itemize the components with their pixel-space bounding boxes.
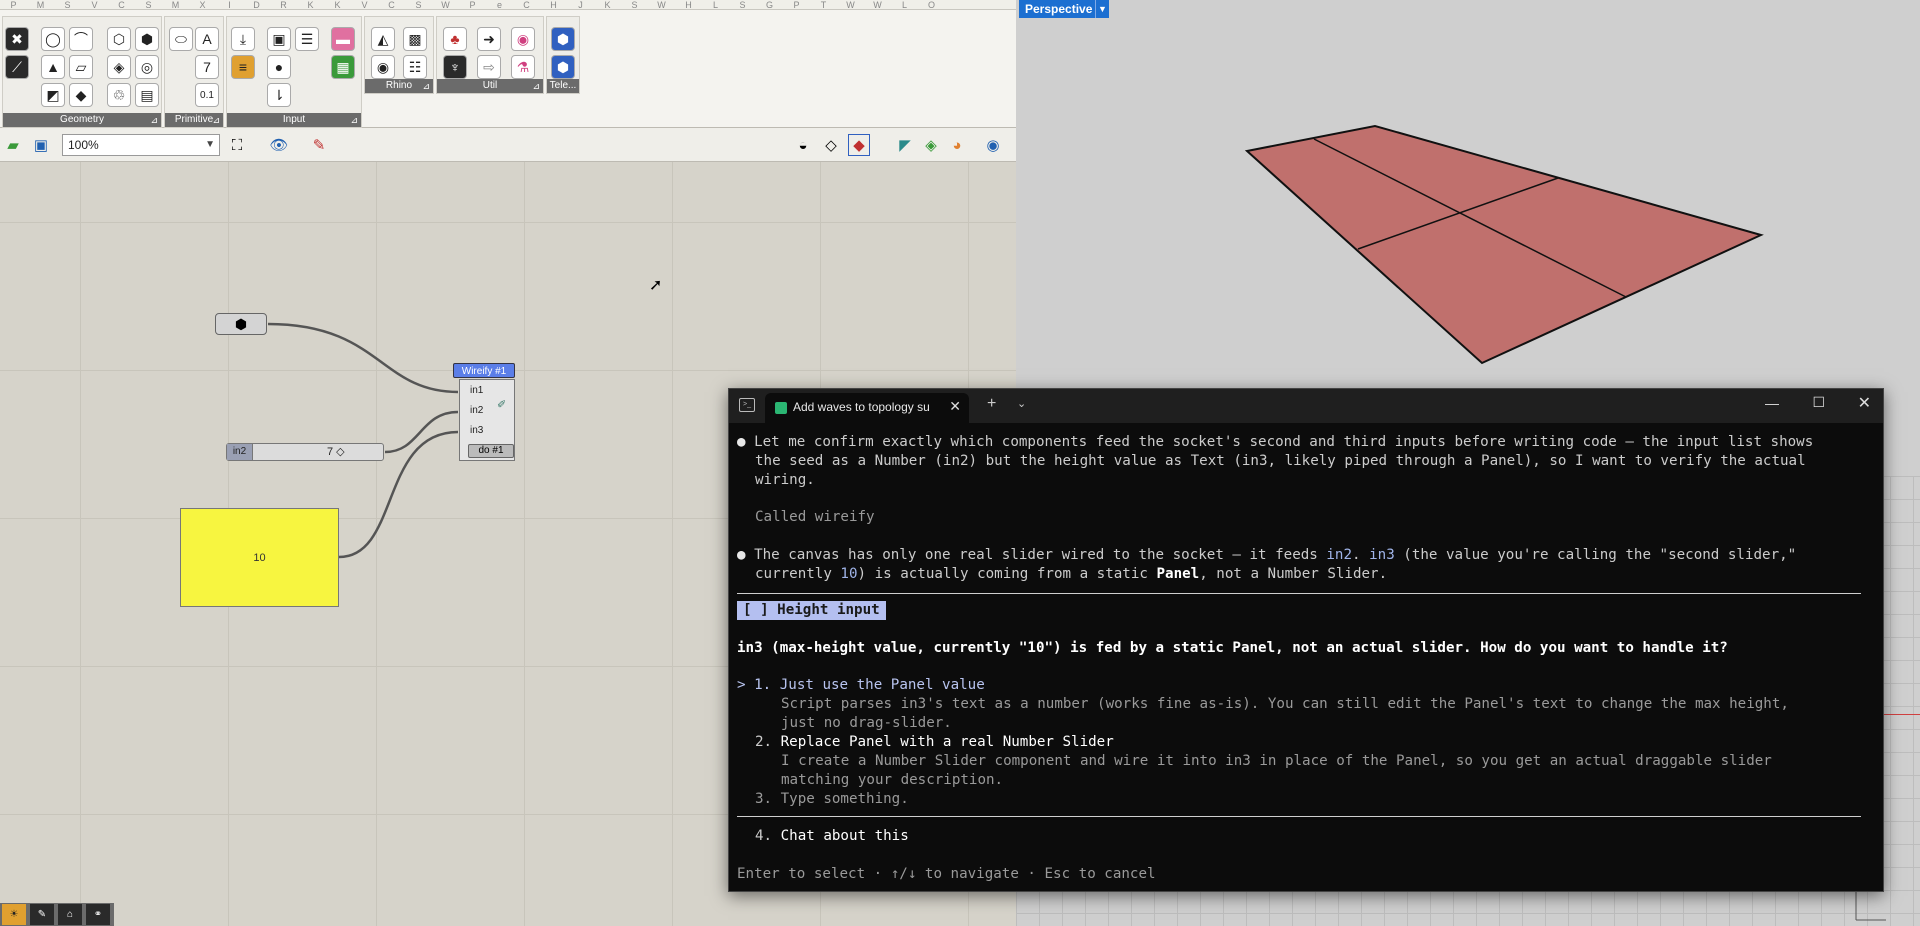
chevron-down-icon[interactable]: ⌄: [1017, 397, 1026, 410]
message-line: ● The canvas has only one real slider wi…: [737, 547, 1797, 563]
geometry-param-node[interactable]: ⬢: [215, 313, 267, 335]
port-in2[interactable]: in2: [470, 405, 483, 416]
wire-in1: [267, 322, 459, 394]
mouse-cursor-icon: ➚: [649, 277, 663, 294]
divider: [737, 593, 1861, 594]
option-1-desc: Script parses in3's text as a number (wo…: [781, 696, 1789, 712]
question-header: [ ] Height input: [737, 601, 886, 620]
option-1[interactable]: > 1. Just use the Panel value: [737, 676, 985, 695]
port-in3[interactable]: in3: [470, 425, 483, 436]
bottom-status-bar: ☀ ✎ ⌂ ⚭: [0, 903, 114, 926]
sun-icon[interactable]: ☀: [2, 904, 26, 925]
tool-call-line: Called wireify: [755, 509, 875, 525]
question-text: in3 (max-height value, currently "10") i…: [737, 640, 1728, 656]
terminal-tab[interactable]: Add waves to topology su ✕: [765, 393, 969, 423]
divider: [737, 816, 1861, 817]
do-button[interactable]: do #1: [468, 444, 514, 458]
new-tab-icon[interactable]: +: [987, 395, 996, 413]
slider-value[interactable]: 7 ◇: [327, 445, 345, 458]
terminal-window[interactable]: >_ Add waves to topology su ✕ + ⌄ — ☐ ✕ …: [728, 388, 1884, 892]
close-tab-icon[interactable]: ✕: [949, 398, 961, 415]
option-3[interactable]: 3. Type something.: [755, 790, 909, 809]
viewport-label[interactable]: Perspective: [1019, 0, 1099, 18]
option-2-desc: I create a Number Slider component and w…: [781, 753, 1772, 769]
option-4[interactable]: 4. Chat about this: [755, 827, 909, 846]
surface-shape: [1244, 124, 1764, 365]
port-in1[interactable]: in1: [470, 385, 483, 396]
message-line: the seed as a Number (in2) but the heigh…: [755, 453, 1806, 469]
option-2-desc: matching your description.: [781, 772, 1004, 788]
app-icon: [775, 402, 787, 414]
number-slider-node[interactable]: in2 7 ◇: [226, 443, 384, 461]
keyboard-hint: Enter to select · ↑/↓ to navigate · Esc …: [737, 866, 1156, 882]
viewport-menu-icon[interactable]: ▼: [1095, 0, 1109, 18]
terminal-titlebar: >_ Add waves to topology su ✕ + ⌄ — ☐ ✕: [729, 389, 1883, 423]
tag-icon[interactable]: ⌂: [58, 904, 82, 925]
slider-label: in2: [227, 444, 253, 460]
close-icon[interactable]: ✕: [1858, 393, 1871, 413]
pen-icon[interactable]: ✎: [30, 904, 54, 925]
message-line: wiring.: [755, 472, 815, 488]
panel-node[interactable]: 10: [180, 508, 339, 607]
option-1-desc: just no drag-slider.: [781, 715, 952, 731]
link-icon[interactable]: ⚭: [86, 904, 110, 925]
wireify-body: in1 in2 in3 ✐ do #1: [459, 379, 515, 461]
message-line: currently 10) is actually coming from a …: [755, 566, 1388, 582]
message-line: ● Let me confirm exactly which component…: [737, 434, 1814, 450]
minimize-icon[interactable]: —: [1765, 395, 1779, 411]
wireify-component[interactable]: Wireify #1 in1 in2 in3 ✐ do #1: [453, 363, 515, 463]
maximize-icon[interactable]: ☐: [1812, 394, 1825, 411]
hex-param-icon: ⬢: [234, 315, 248, 332]
tab-title: Add waves to topology su: [793, 400, 930, 414]
panel-value: 10: [253, 551, 266, 564]
bullet-icon: ●: [737, 547, 755, 563]
option-2[interactable]: 2. Replace Panel with a real Number Slid…: [755, 733, 1114, 752]
edit-script-icon[interactable]: ✐: [497, 398, 506, 411]
bullet-icon: ●: [737, 434, 755, 450]
terminal-icon[interactable]: >_: [739, 398, 755, 412]
wireify-title: Wireify #1: [453, 363, 515, 378]
